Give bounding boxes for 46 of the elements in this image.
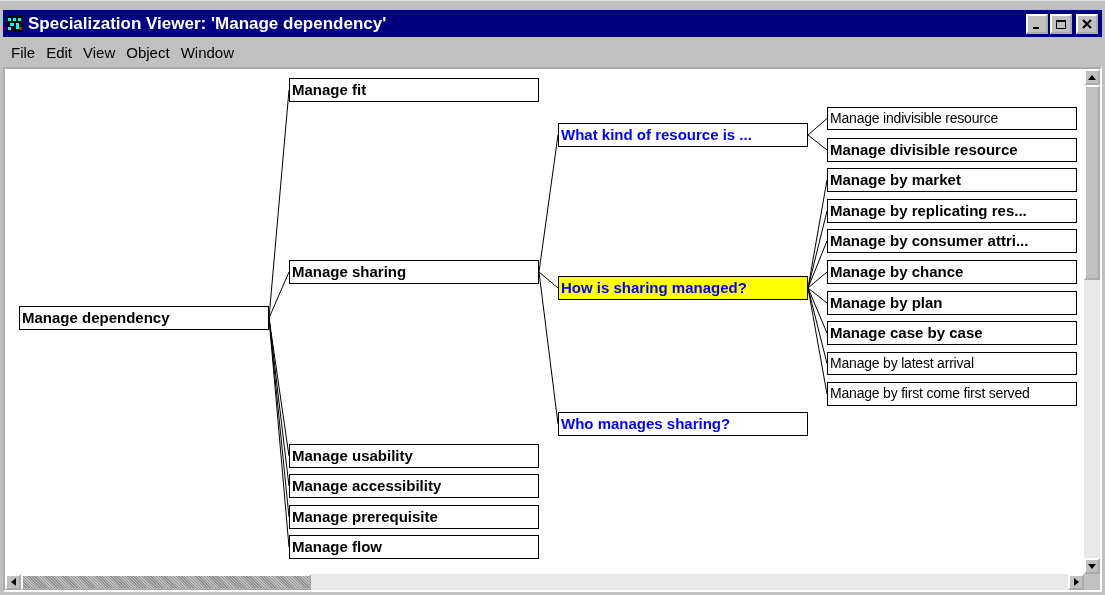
tree-node[interactable]: Manage case by case: [827, 321, 1077, 345]
menu-item[interactable]: View: [79, 43, 123, 61]
tree-node[interactable]: Manage fit: [289, 78, 539, 102]
connector-line: [807, 118, 828, 136]
scroll-left-button[interactable]: [5, 574, 21, 590]
tree-node[interactable]: Manage indivisible resource: [827, 107, 1077, 130]
tree-node[interactable]: Manage divisible resource: [827, 138, 1077, 162]
scroll-right-button[interactable]: [1068, 574, 1084, 590]
left-arrow-icon: [10, 578, 16, 586]
tree-node[interactable]: Manage by market: [827, 168, 1077, 192]
tree-node[interactable]: Manage by first come first served: [827, 382, 1077, 406]
menu-item[interactable]: Object: [122, 43, 177, 61]
tree-node[interactable]: Manage usability: [289, 444, 539, 468]
right-arrow-icon: [1073, 578, 1079, 586]
menu-item[interactable]: File: [7, 43, 43, 61]
tree-node[interactable]: How is sharing managed?: [558, 276, 808, 300]
close-icon: [1081, 18, 1093, 29]
down-arrow-icon: [1088, 563, 1096, 569]
scroll-up-button[interactable]: [1084, 69, 1100, 85]
tree-node[interactable]: Manage by consumer attri...: [827, 229, 1077, 253]
app-icon: [7, 15, 23, 32]
maximize-button[interactable]: [1050, 13, 1072, 34]
tree-node[interactable]: Manage prerequisite: [289, 505, 539, 529]
maximize-icon: [1055, 18, 1067, 29]
tree-node[interactable]: Manage by replicating res...: [827, 199, 1077, 223]
scroll-thumb[interactable]: [1084, 85, 1100, 280]
scroll-down-button[interactable]: [1084, 558, 1100, 574]
tree-node[interactable]: What kind of resource is ...: [558, 123, 808, 147]
connector-line: [807, 134, 828, 151]
tree-node[interactable]: Manage by latest arrival: [827, 352, 1077, 375]
minimize-icon: [1032, 26, 1039, 29]
tree-node[interactable]: Manage dependency: [19, 306, 269, 330]
tree-node[interactable]: Manage by plan: [827, 291, 1077, 315]
menu-item[interactable]: Edit: [42, 43, 80, 61]
scrollbar-corner: [1084, 574, 1100, 590]
tree-node[interactable]: Who manages sharing?: [558, 412, 808, 436]
up-arrow-icon: [1088, 74, 1096, 80]
tree-node[interactable]: Manage sharing: [289, 260, 539, 284]
menu-item[interactable]: Window: [176, 43, 241, 61]
minimize-button[interactable]: [1026, 13, 1048, 34]
tree-node[interactable]: Manage accessibility: [289, 474, 539, 498]
tree-node[interactable]: Manage flow: [289, 535, 539, 559]
close-button[interactable]: [1076, 13, 1098, 34]
window-title: Specialization Viewer: 'Manage dependency': [28, 13, 388, 34]
scroll-thumb[interactable]: [21, 574, 311, 590]
tree-node[interactable]: Manage by chance: [827, 260, 1077, 284]
